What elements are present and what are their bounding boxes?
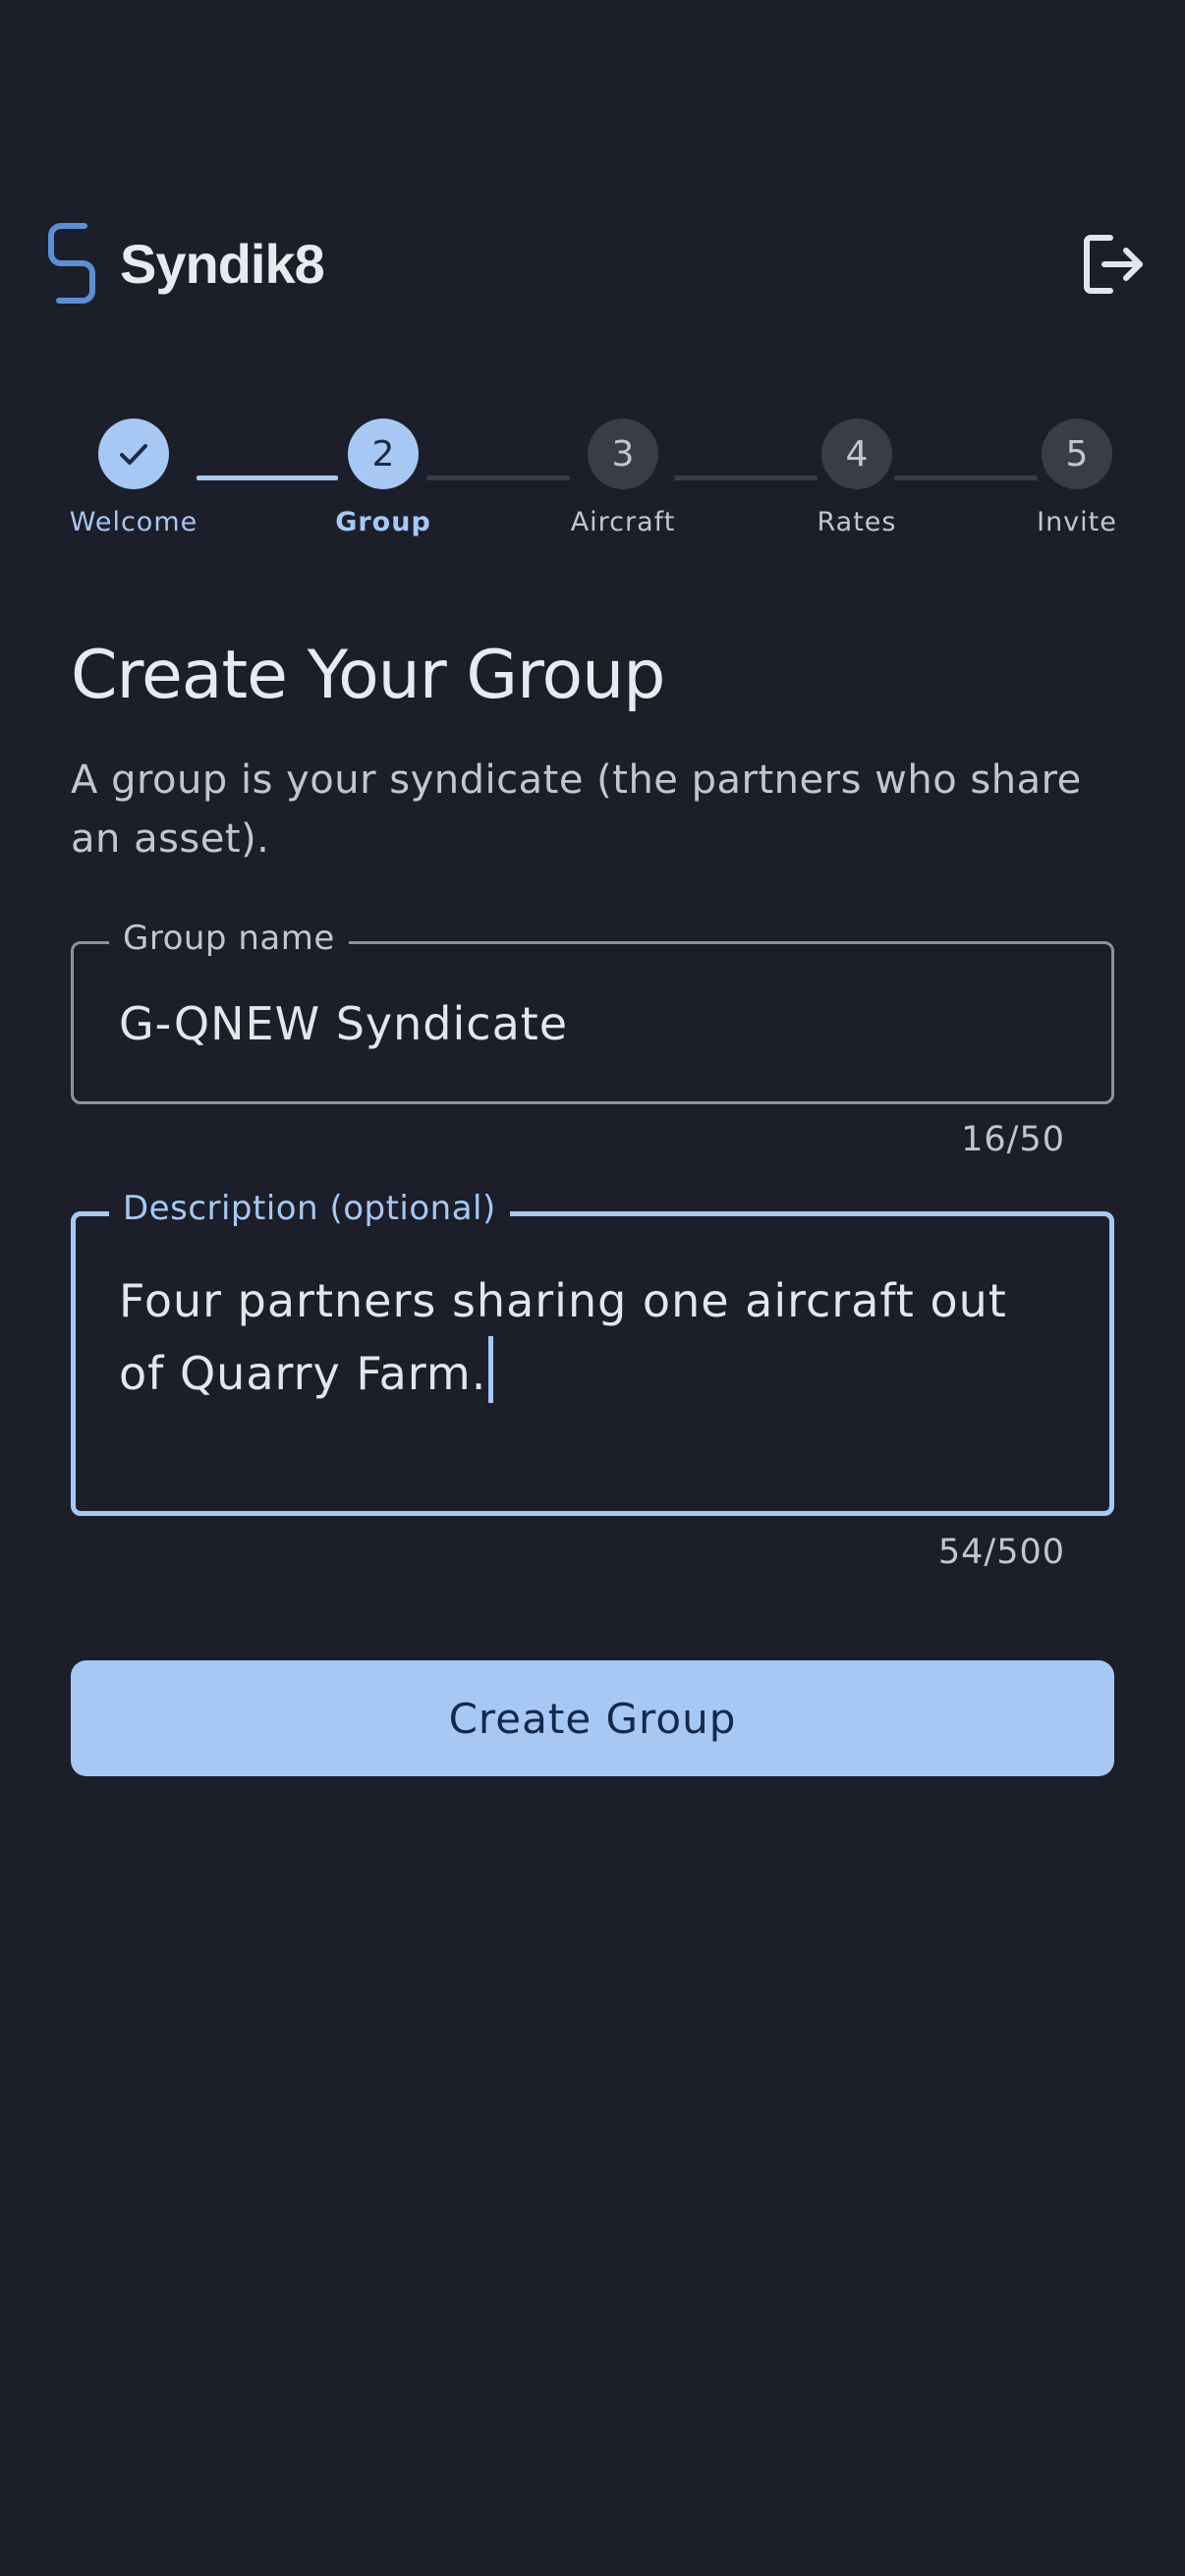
step-number: 4 xyxy=(821,419,892,489)
step-label: Aircraft xyxy=(570,507,676,537)
step-number: 5 xyxy=(1042,419,1112,489)
description-textarea[interactable]: Four partners sharing one aircraft out o… xyxy=(119,1265,1062,1409)
description-label: Description (optional) xyxy=(109,1189,510,1228)
app-logo: Syndik8 xyxy=(47,222,325,305)
step-number: 2 xyxy=(348,419,419,489)
step-aircraft[interactable]: 3 Aircraft xyxy=(525,413,721,540)
logout-icon[interactable] xyxy=(1081,232,1146,297)
step-welcome[interactable]: Welcome xyxy=(35,413,232,540)
step-rates[interactable]: 4 Rates xyxy=(759,413,955,540)
app-header: Syndik8 xyxy=(0,0,1185,373)
app-name: Syndik8 xyxy=(120,232,325,295)
text-caret xyxy=(488,1336,494,1403)
page-subtitle: A group is your syndicate (the partners … xyxy=(71,757,1082,862)
step-invite[interactable]: 5 Invite xyxy=(979,413,1175,540)
step-label: Group xyxy=(335,507,431,537)
group-name-label: Group name xyxy=(109,919,349,958)
step-label: Rates xyxy=(817,507,897,537)
step-label: Welcome xyxy=(69,507,198,537)
chain-link-s-icon xyxy=(48,223,95,304)
step-group[interactable]: 2 Group xyxy=(285,413,481,540)
group-name-counter: 16/50 xyxy=(961,1120,1065,1159)
description-value: Four partners sharing one aircraft out o… xyxy=(119,1274,1007,1400)
onboarding-stepper: Welcome 2 Group 3 Aircraft 4 Rates 5 Inv… xyxy=(0,413,1185,550)
create-group-button[interactable]: Create Group xyxy=(71,1660,1114,1776)
check-icon xyxy=(120,444,147,465)
group-name-input[interactable]: G-QNEW Syndicate xyxy=(119,997,568,1050)
step-circle xyxy=(98,419,169,489)
group-name-field[interactable]: Group name G-QNEW Syndicate xyxy=(71,919,1114,1104)
page-title: Create Your Group xyxy=(71,637,665,714)
step-number: 3 xyxy=(588,419,658,489)
description-field[interactable]: Description (optional) Four partners sha… xyxy=(71,1189,1114,1516)
description-counter: 54/500 xyxy=(937,1533,1065,1572)
step-label: Invite xyxy=(1037,507,1117,537)
